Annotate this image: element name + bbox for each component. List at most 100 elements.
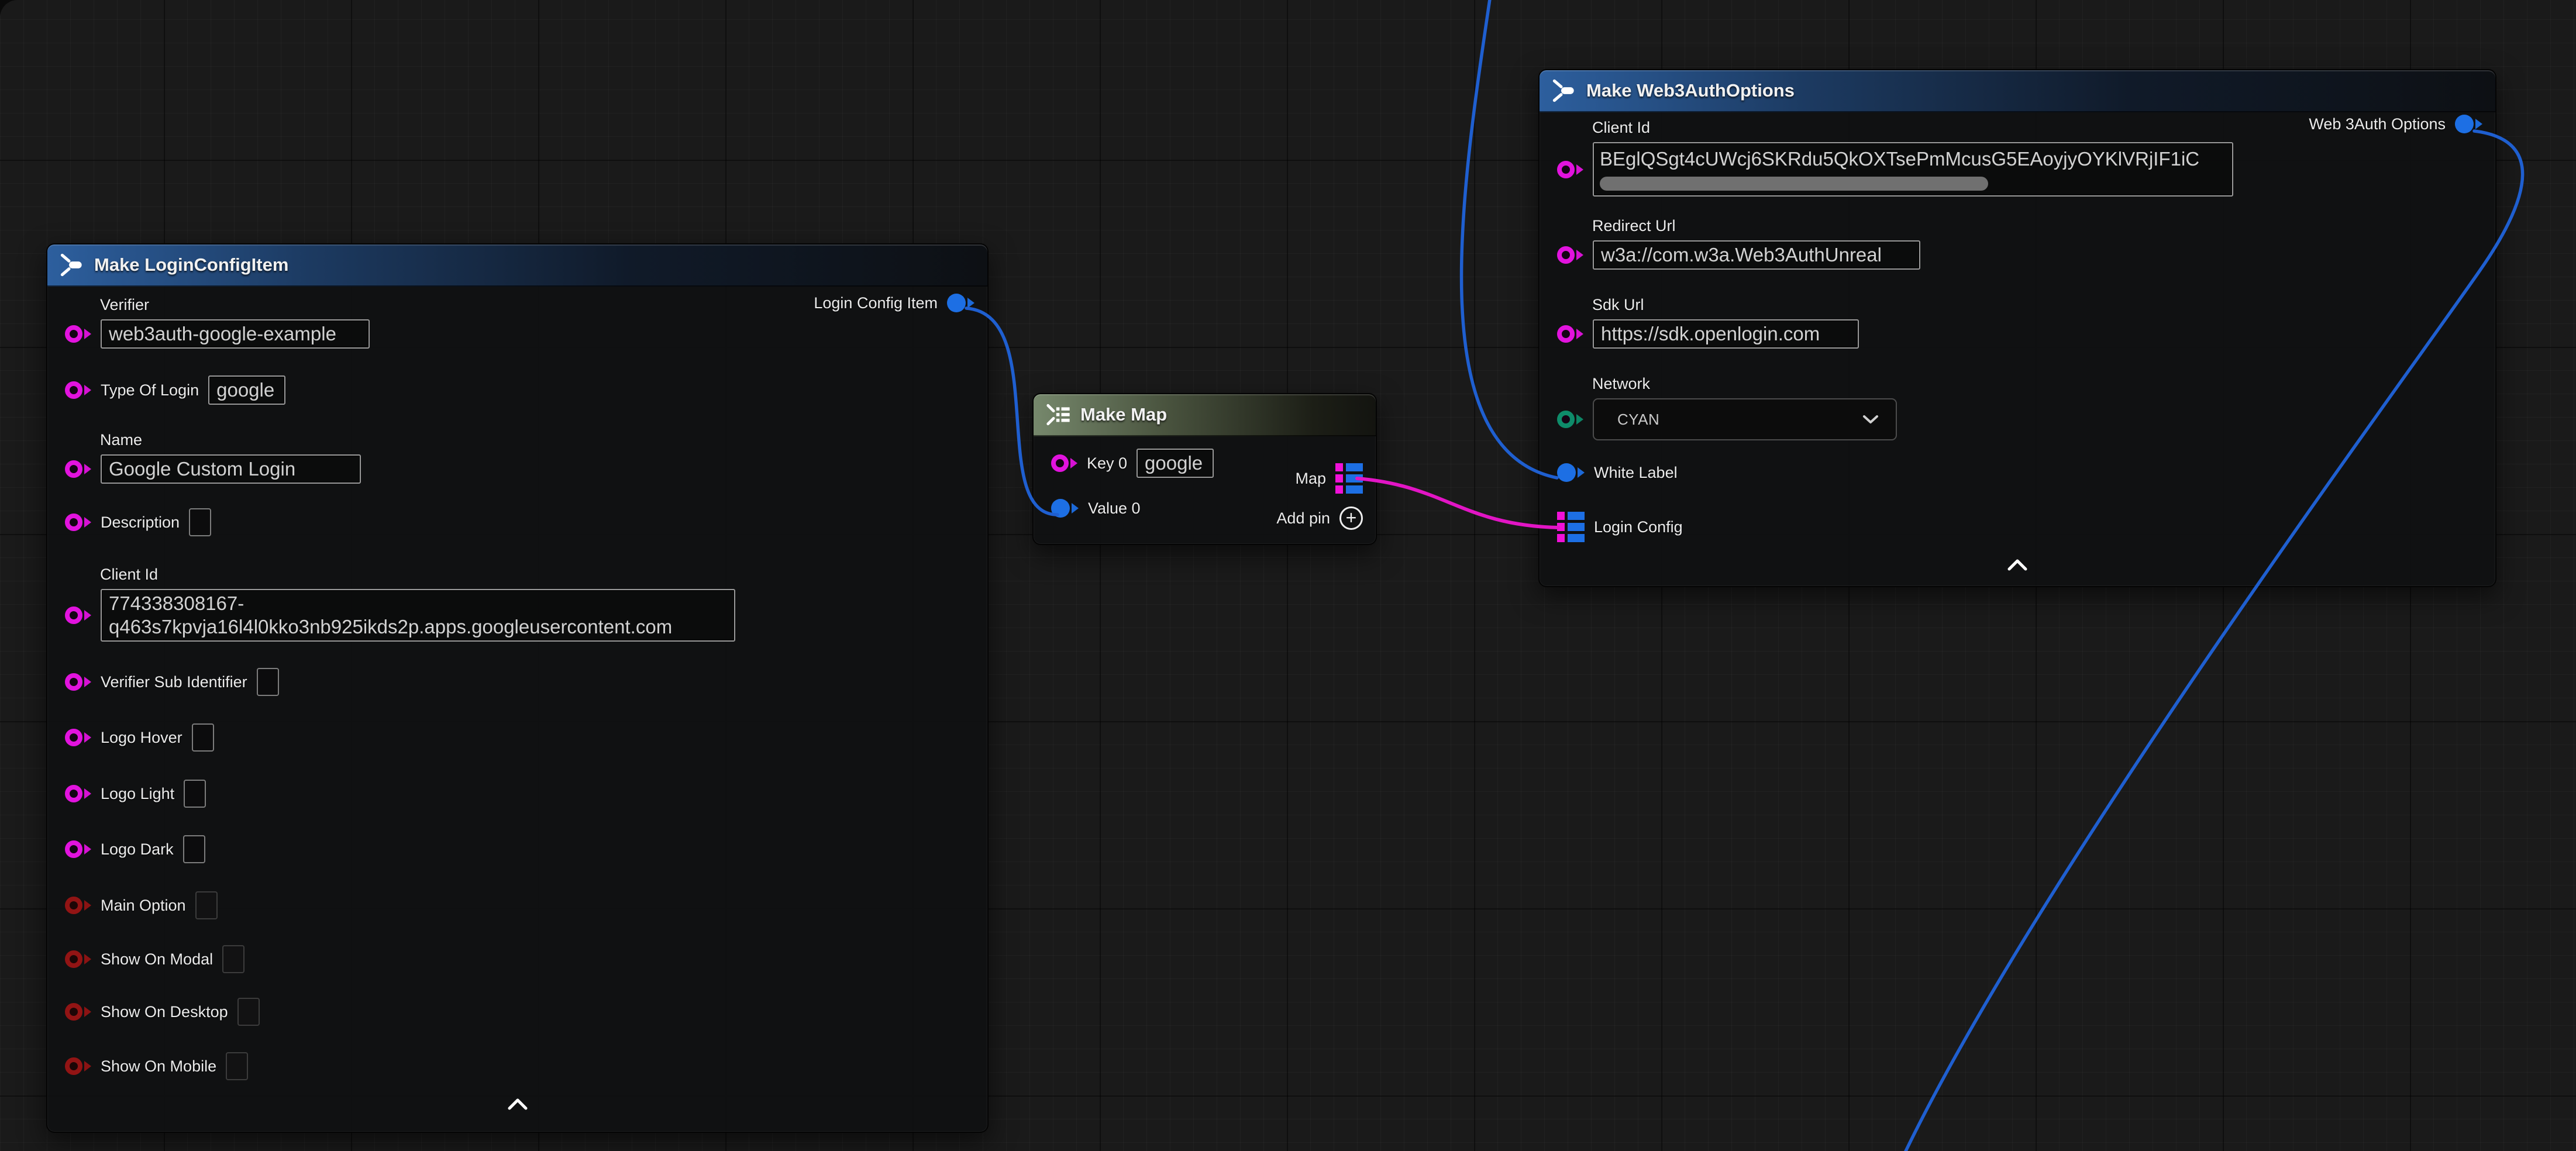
description-input[interactable] <box>189 508 211 536</box>
verifier-sub-identifier-input[interactable] <box>257 668 279 696</box>
network-value: CYAN <box>1617 411 1659 429</box>
node-make-map[interactable]: Make Map Key 0 google Value 0 Map Add pi… <box>1032 393 1377 545</box>
pin-name[interactable] <box>65 460 91 478</box>
pin-logo-light[interactable] <box>65 785 91 802</box>
name-input[interactable]: Google Custom Login <box>101 454 361 484</box>
client-id-input[interactable]: BEglQSgt4cUWcj6SKRdu5QkOXTsePmMcusG5EAoy… <box>1593 142 2233 197</box>
web3auth-options-label: Web 3Auth Options <box>2309 115 2446 133</box>
logo-hover-input[interactable] <box>192 723 214 752</box>
plus-circle-icon: + <box>1339 506 1363 530</box>
collapse-chevron-icon[interactable] <box>506 1097 529 1111</box>
show-on-mobile-label: Show On Mobile <box>101 1057 216 1076</box>
pin-main-option[interactable] <box>65 897 91 914</box>
output-map: Map <box>1295 463 1363 494</box>
network-label: Network <box>1592 375 1897 393</box>
row-logo-dark: Logo Dark <box>65 835 205 863</box>
row-verifier: Verifier web3auth-google-example <box>65 296 370 349</box>
node-make-web3authoptions[interactable]: Make Web3AuthOptions Web 3Auth Options C… <box>1538 69 2496 587</box>
pin-value-0[interactable] <box>1051 499 1079 518</box>
pin-key-0[interactable] <box>1051 454 1077 472</box>
row-main-option: Main Option <box>65 891 218 919</box>
output-label: Login Config Item <box>814 294 938 312</box>
node-make-loginconfigitem[interactable]: Make LoginConfigItem Login Config Item V… <box>46 243 989 1133</box>
row-description: Description <box>65 508 211 536</box>
pin-verifier[interactable] <box>65 325 91 343</box>
client-id-label: Client Id <box>1592 119 2233 137</box>
row-verifier-sub-identifier: Verifier Sub Identifier <box>65 668 279 696</box>
redirect-url-input[interactable]: w3a://com.w3a.Web3AuthUnreal <box>1593 240 1920 270</box>
output-web3auth-options: Web 3Auth Options <box>2309 115 2482 133</box>
row-type-of-login: Type Of Login google <box>65 375 285 405</box>
row-show-on-mobile: Show On Mobile <box>65 1052 248 1080</box>
row-login-config: Login Config <box>1557 512 1683 542</box>
pin-show-on-mobile[interactable] <box>65 1057 91 1075</box>
row-network: Network CYAN <box>1557 375 1897 440</box>
node-header[interactable]: Make LoginConfigItem <box>47 244 987 287</box>
name-label: Name <box>100 431 361 449</box>
client-id-input[interactable]: 774338308167-q463s7kpvja16l4l0kko3nb925i… <box>101 589 735 642</box>
pin-description[interactable] <box>65 514 91 531</box>
show-on-modal-checkbox[interactable] <box>222 945 244 973</box>
pin-map-out[interactable] <box>1335 463 1363 494</box>
verifier-input[interactable]: web3auth-google-example <box>101 319 370 349</box>
logo-dark-input[interactable] <box>183 835 205 863</box>
pin-white-label[interactable] <box>1557 463 1585 482</box>
node-header[interactable]: Make Web3AuthOptions <box>1540 70 2495 112</box>
row-show-on-desktop: Show On Desktop <box>65 998 260 1026</box>
pin-redirect-url[interactable] <box>1557 246 1583 264</box>
wire-map-to-login-config[interactable] <box>1357 478 1558 528</box>
map-label: Map <box>1295 470 1326 488</box>
main-option-checkbox[interactable] <box>195 891 218 919</box>
pin-client-id[interactable] <box>1557 161 1583 178</box>
type-of-login-input[interactable]: google <box>208 375 285 405</box>
row-white-label: White Label <box>1557 463 1678 482</box>
graph-canvas[interactable]: Make LoginConfigItem Login Config Item V… <box>0 0 2576 1151</box>
white-label-label: White Label <box>1594 464 1678 482</box>
row-logo-hover: Logo Hover <box>65 723 214 752</box>
client-id-text: BEglQSgt4cUWcj6SKRdu5QkOXTsePmMcusG5EAoy… <box>1600 146 2226 172</box>
pin-show-on-modal[interactable] <box>65 950 91 968</box>
chevron-down-icon <box>1862 414 1879 425</box>
type-of-login-label: Type Of Login <box>101 381 199 399</box>
pin-logo-dark[interactable] <box>65 840 91 858</box>
pin-network[interactable] <box>1557 411 1583 428</box>
row-redirect-url: Redirect Url w3a://com.w3a.Web3AuthUnrea… <box>1557 217 1920 270</box>
show-on-mobile-checkbox[interactable] <box>226 1052 248 1080</box>
pin-show-on-desktop[interactable] <box>65 1003 91 1021</box>
logo-light-label: Logo Light <box>101 785 174 803</box>
network-dropdown[interactable]: CYAN <box>1593 398 1897 440</box>
pin-verifier-sub-identifier[interactable] <box>65 673 91 691</box>
row-name: Name Google Custom Login <box>65 431 361 484</box>
node-header[interactable]: Make Map <box>1034 394 1376 436</box>
make-struct-icon <box>1551 79 1577 102</box>
row-client-id: Client Id BEglQSgt4cUWcj6SKRdu5QkOXTsePm… <box>1557 119 2233 197</box>
key-0-input[interactable]: google <box>1137 449 1214 478</box>
logo-hover-label: Logo Hover <box>101 729 182 747</box>
pin-type-of-login[interactable] <box>65 381 91 399</box>
main-option-label: Main Option <box>101 897 186 915</box>
pin-web3auth-options-out[interactable] <box>2455 115 2482 133</box>
pin-client-id[interactable] <box>65 606 91 624</box>
pin-logo-hover[interactable] <box>65 729 91 746</box>
sdk-url-input[interactable]: https://sdk.openlogin.com <box>1593 319 1859 349</box>
logo-dark-label: Logo Dark <box>101 840 174 859</box>
redirect-url-label: Redirect Url <box>1592 217 1920 235</box>
show-on-modal-label: Show On Modal <box>101 950 213 969</box>
verifier-sub-identifier-label: Verifier Sub Identifier <box>101 673 247 691</box>
collapse-chevron-icon[interactable] <box>2006 558 2029 572</box>
row-key-0: Key 0 google <box>1051 449 1214 478</box>
sdk-url-label: Sdk Url <box>1592 296 1859 314</box>
horizontal-scrollbar[interactable] <box>1600 177 1988 191</box>
row-client-id: Client Id 774338308167-q463s7kpvja16l4l0… <box>65 566 735 642</box>
show-on-desktop-checkbox[interactable] <box>237 998 260 1026</box>
verifier-label: Verifier <box>100 296 370 314</box>
row-value-0: Value 0 <box>1051 499 1141 518</box>
pin-login-config-item-out[interactable] <box>947 294 974 312</box>
pin-login-config[interactable] <box>1557 512 1585 542</box>
add-pin-button[interactable]: Add pin + <box>1276 506 1363 530</box>
pin-sdk-url[interactable] <box>1557 325 1583 343</box>
description-label: Description <box>101 514 180 532</box>
output-login-config-item: Login Config Item <box>814 294 974 312</box>
row-show-on-modal: Show On Modal <box>65 945 244 973</box>
logo-light-input[interactable] <box>184 780 206 808</box>
